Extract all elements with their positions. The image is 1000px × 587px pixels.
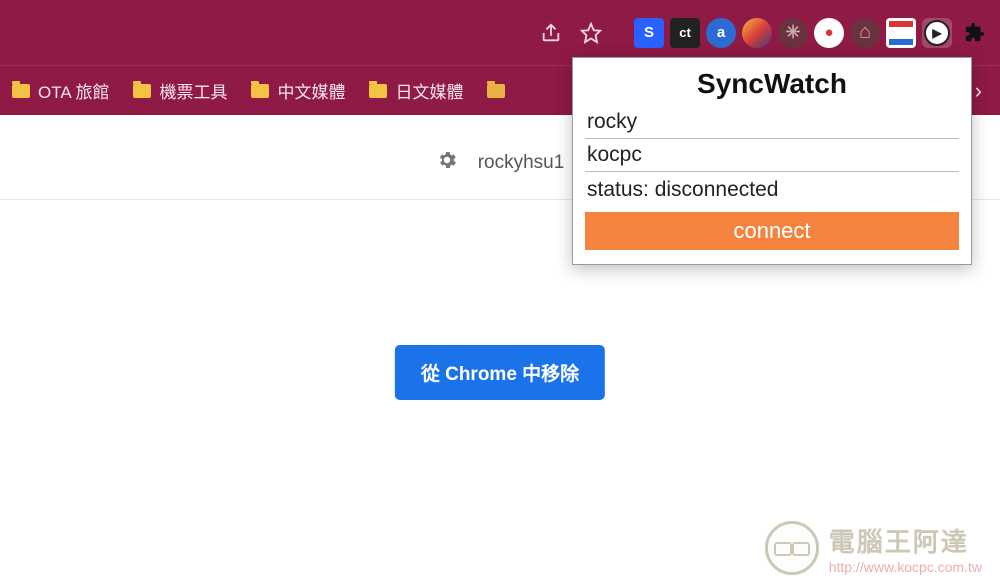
syncwatch-popup: SyncWatch status: disconnected connect <box>572 57 972 265</box>
watermark: 電腦王阿達 http://www.kocpc.com.tw <box>765 521 982 575</box>
ext-syncwatch-active[interactable]: ▶ <box>922 18 952 48</box>
bookmark-label: OTA 旅館 <box>38 78 109 103</box>
connect-button[interactable]: connect <box>585 212 959 250</box>
browser-toolbar: S ct a ✳ ● ⌂ ▶ <box>0 0 1000 65</box>
bookmark-flight[interactable]: 機票工具 <box>133 78 227 103</box>
star-icon[interactable] <box>574 16 608 50</box>
ext-mountain[interactable]: ⌂ <box>850 18 880 48</box>
remove-from-chrome-button[interactable]: 從 Chrome 中移除 <box>395 345 605 400</box>
folder-icon <box>251 84 269 98</box>
ext-s[interactable]: S <box>634 18 664 48</box>
ext-spider[interactable]: ✳ <box>778 18 808 48</box>
name-input[interactable] <box>585 106 959 139</box>
watermark-url: http://www.kocpc.com.tw <box>829 559 982 575</box>
folder-icon <box>487 84 505 98</box>
room-input[interactable] <box>585 139 959 172</box>
gear-icon[interactable] <box>436 149 458 177</box>
watermark-title: 電腦王阿達 <box>829 522 982 559</box>
ext-ct[interactable]: ct <box>670 18 700 48</box>
folder-icon <box>12 84 30 98</box>
puzzle-icon[interactable] <box>958 16 992 50</box>
folder-icon <box>369 84 387 98</box>
watermark-face-icon <box>765 521 819 575</box>
folder-icon <box>133 84 151 98</box>
ext-cards[interactable] <box>886 18 916 48</box>
popup-title: SyncWatch <box>585 66 959 106</box>
bookmark-cn-media[interactable]: 中文媒體 <box>251 78 345 103</box>
ext-swirl[interactable] <box>742 18 772 48</box>
ext-a[interactable]: a <box>706 18 736 48</box>
bookmark-label: 中文媒體 <box>277 78 345 103</box>
share-icon[interactable] <box>534 16 568 50</box>
syncwatch-icon: ▶ <box>924 20 950 46</box>
status-text: status: disconnected <box>585 172 959 212</box>
bookmark-jp-media[interactable]: 日文媒體 <box>369 78 463 103</box>
bookmark-label: 日文媒體 <box>395 78 463 103</box>
bookmark-ota[interactable]: OTA 旅館 <box>12 78 109 103</box>
ext-rec[interactable]: ● <box>814 18 844 48</box>
username-text: rockyhsu1 <box>478 152 565 174</box>
bookmark-partial[interactable] <box>487 84 505 98</box>
bookmark-label: 機票工具 <box>159 78 227 103</box>
